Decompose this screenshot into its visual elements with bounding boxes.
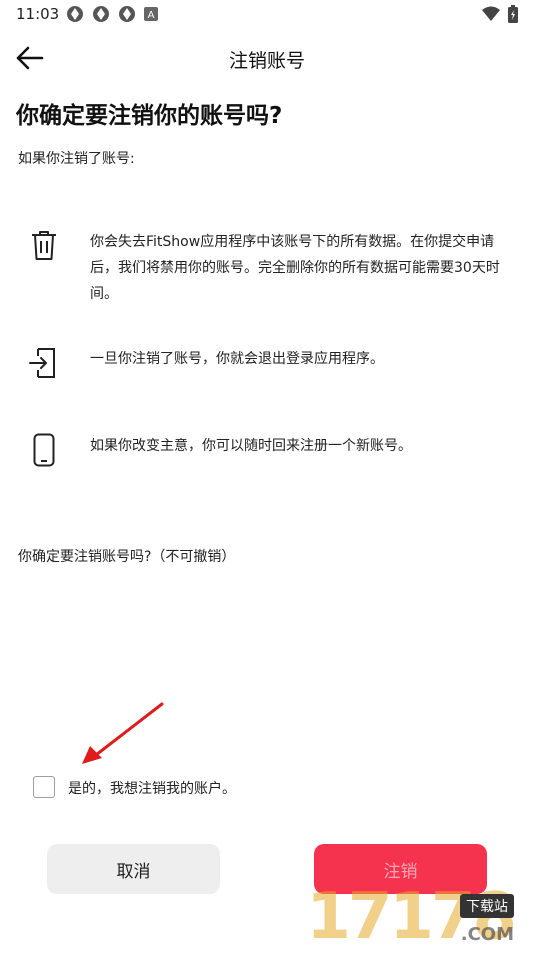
battery-icon [508, 5, 518, 23]
sync-icon [93, 6, 109, 22]
item-data-loss-text: 你会失去FitShow应用程序中该账号下的所有数据。在你提交申请后，我们将禁用你… [90, 234, 500, 302]
sync-icon [119, 6, 135, 22]
cancel-button[interactable]: 取消 [47, 844, 220, 894]
confirm-question: 你确定要注销账号吗?（不可撤销） [18, 549, 236, 565]
phone-icon [33, 433, 55, 471]
item-logout-text: 一旦你注销了账号，你就会退出登录应用程序。 [90, 351, 384, 367]
watermark-domain: .COM [460, 924, 514, 945]
logout-icon [28, 347, 58, 383]
annotation-arrow-icon [82, 702, 164, 764]
page-title: 注销账号 [228, 50, 305, 72]
svg-text:A: A [148, 10, 155, 21]
status-right-icons [482, 5, 518, 23]
confirm-checkbox[interactable] [33, 776, 55, 798]
trash-icon [30, 229, 58, 265]
cancel-button-label: 取消 [116, 861, 151, 882]
confirm-checkbox-label[interactable]: 是的，我想注销我的账户。 [68, 778, 236, 798]
deactivate-button-label: 注销 [383, 861, 418, 882]
a-badge-icon: A [144, 7, 158, 21]
confirm-heading: 你确定要注销你的账号吗? [16, 103, 283, 129]
status-notification-icons: A [66, 5, 158, 23]
item-reregister-text: 如果你改变主意，你可以随时回来注册一个新账号。 [90, 438, 412, 454]
intro-text: 如果你注销了账号: [18, 151, 135, 167]
watermark-badge: 下载站 [460, 894, 514, 918]
sync-icon [67, 6, 83, 22]
wifi-icon [482, 6, 500, 21]
status-time: 11:03 [16, 5, 60, 23]
